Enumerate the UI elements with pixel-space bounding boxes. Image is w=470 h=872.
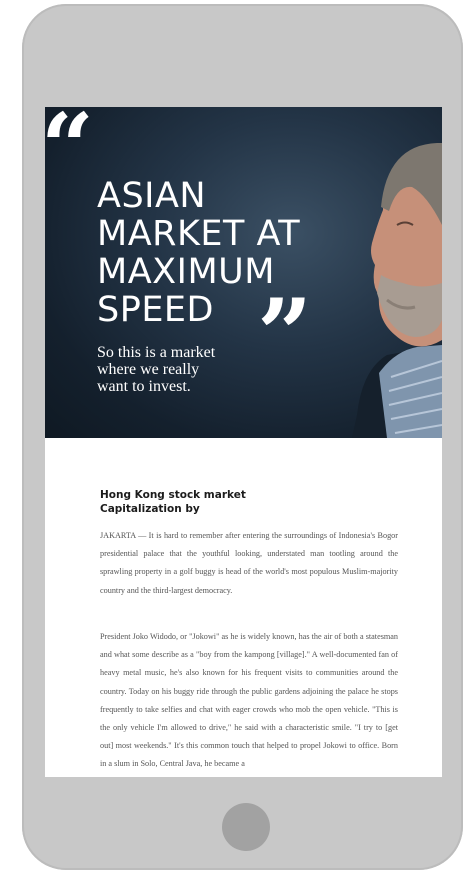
article-body: Hong Kong stock market Capitalization by… bbox=[45, 438, 442, 777]
article-paragraph-1: JAKARTA — It is hard to remember after e… bbox=[100, 531, 398, 595]
subline-line: want to invest. bbox=[97, 378, 191, 395]
hero-banner: “ ASIAN MARKET AT MAXIMUM SPEED ” So thi… bbox=[45, 107, 442, 438]
subline-line: So this is a market bbox=[97, 344, 216, 361]
home-button[interactable] bbox=[222, 803, 270, 851]
article-title-line: Hong Kong stock market bbox=[100, 489, 246, 501]
phone-screen: “ ASIAN MARKET AT MAXIMUM SPEED ” So thi… bbox=[45, 107, 442, 777]
headline-line: ASIAN bbox=[97, 176, 207, 216]
close-quote-mark: ” bbox=[257, 278, 313, 391]
subline-line: where we really bbox=[97, 361, 200, 378]
headline-line: MARKET AT bbox=[97, 214, 301, 254]
hero-subline: So this is a market where we really want… bbox=[97, 344, 257, 395]
article-title-line: Capitalization by bbox=[100, 503, 200, 515]
article-title: Hong Kong stock market Capitalization by bbox=[100, 488, 400, 516]
article-paragraph-2: President Joko Widodo, or "Jokowi" as he… bbox=[100, 632, 398, 769]
open-quote-mark: “ bbox=[45, 107, 94, 201]
